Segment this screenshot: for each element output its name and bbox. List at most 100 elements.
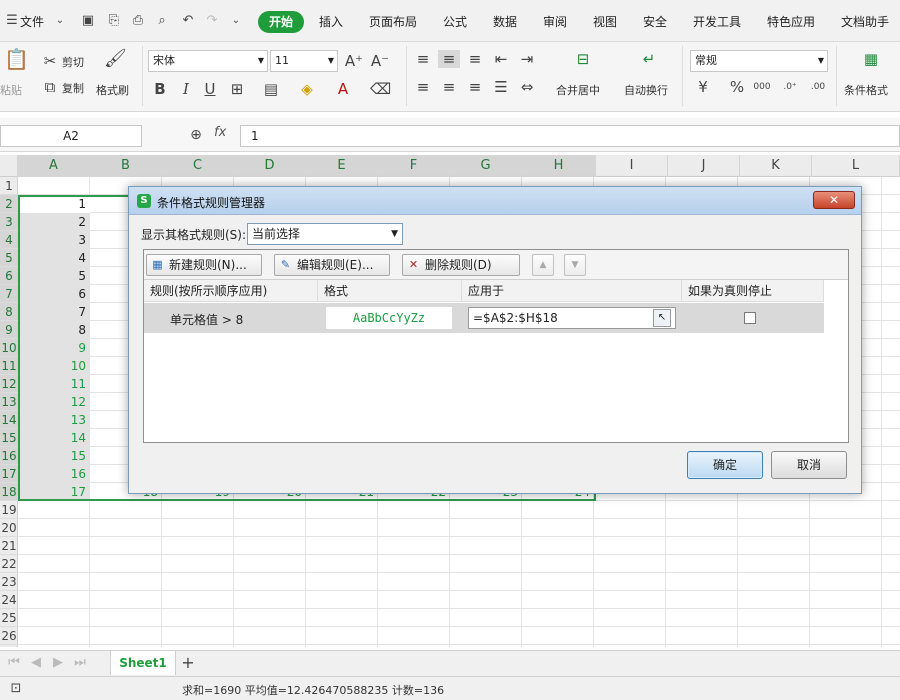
row-header[interactable]: 20 bbox=[0, 519, 18, 537]
applies-to-input[interactable]: =$A$2:$H$18 ↖ bbox=[468, 307, 676, 329]
cut-button[interactable]: 剪切 bbox=[62, 54, 84, 70]
cancel-button[interactable]: 取消 bbox=[771, 451, 847, 479]
row-header[interactable]: 24 bbox=[0, 591, 18, 609]
range-picker-icon[interactable]: ↖ bbox=[653, 309, 671, 327]
column-header[interactable]: G bbox=[450, 155, 522, 177]
conditional-format-button[interactable]: 条件格式 bbox=[844, 82, 888, 98]
row-header[interactable]: 6 bbox=[0, 267, 18, 285]
column-header[interactable]: C bbox=[162, 155, 234, 177]
merge-icon[interactable]: ⊟ bbox=[572, 50, 594, 68]
row-header[interactable]: 5 bbox=[0, 249, 18, 267]
prev-sheet-icon[interactable]: ◀ bbox=[28, 655, 44, 671]
edit-rule-button[interactable]: ✎ 编辑规则(E)... bbox=[274, 254, 390, 276]
italic-icon[interactable]: I bbox=[178, 80, 194, 98]
tab-data[interactable]: 数据 bbox=[493, 13, 517, 30]
tab-review[interactable]: 审阅 bbox=[543, 13, 567, 30]
row-header[interactable]: 4 bbox=[0, 231, 18, 249]
row-header[interactable]: 9 bbox=[0, 321, 18, 339]
tab-insert[interactable]: 插入 bbox=[319, 13, 343, 30]
select-all-corner[interactable] bbox=[0, 155, 18, 177]
scissors-icon[interactable]: ✂ bbox=[42, 52, 58, 70]
justify-icon[interactable]: ☰ bbox=[492, 78, 510, 96]
row-header[interactable]: 25 bbox=[0, 609, 18, 627]
rule-row[interactable]: 单元格值 > 8 AaBbCcYyZz =$A$2:$H$18 ↖ bbox=[144, 303, 824, 333]
merge-center-button[interactable]: 合并居中 bbox=[556, 82, 600, 98]
close-button[interactable]: ✕ bbox=[813, 191, 855, 209]
formula-input[interactable]: 1 bbox=[240, 125, 900, 147]
fill-color-icon[interactable]: ◈ bbox=[298, 80, 316, 98]
save-icon[interactable]: ▣ bbox=[80, 13, 96, 29]
column-header[interactable]: I bbox=[596, 155, 668, 177]
new-rule-button[interactable]: ▦ 新建规则(N)... bbox=[146, 254, 262, 276]
align-bottom-icon[interactable]: ≡ bbox=[466, 50, 484, 68]
column-header[interactable]: A bbox=[18, 155, 90, 177]
tab-page-layout[interactable]: 页面布局 bbox=[369, 13, 417, 30]
row-header[interactable]: 17 bbox=[0, 465, 18, 483]
row-header[interactable]: 22 bbox=[0, 555, 18, 573]
tab-security[interactable]: 安全 bbox=[643, 13, 667, 30]
conditional-format-icon[interactable]: ▦ bbox=[860, 50, 882, 68]
paste-icon[interactable]: 📋 bbox=[4, 49, 29, 69]
stop-if-true-checkbox[interactable] bbox=[744, 312, 756, 324]
increase-decimal-icon[interactable]: .0⁺ bbox=[780, 78, 800, 96]
dialog-title-bar[interactable]: S 条件格式规则管理器 ✕ bbox=[129, 187, 861, 215]
tab-special[interactable]: 特色应用 bbox=[767, 13, 815, 30]
file-menu[interactable]: 文件 bbox=[20, 13, 44, 30]
percent-icon[interactable]: % bbox=[728, 78, 746, 96]
column-header[interactable]: D bbox=[234, 155, 306, 177]
row-header[interactable]: 26 bbox=[0, 627, 18, 645]
delete-rule-button[interactable]: ✕ 删除规则(D) bbox=[402, 254, 520, 276]
show-rules-select[interactable]: 当前选择 ▼ bbox=[247, 223, 403, 245]
row-header[interactable]: 2 bbox=[0, 195, 18, 213]
row-header[interactable]: 1 bbox=[0, 177, 18, 195]
move-up-icon[interactable]: ▲ bbox=[532, 254, 554, 276]
row-header[interactable]: 23 bbox=[0, 573, 18, 591]
align-center-icon[interactable]: ≡ bbox=[440, 78, 458, 96]
decrease-decimal-icon[interactable]: .00 bbox=[808, 78, 828, 96]
row-header[interactable]: 3 bbox=[0, 213, 18, 231]
print-preview-icon[interactable]: ⌕ bbox=[154, 13, 170, 29]
chevron-down-icon[interactable]: ⌄ bbox=[52, 13, 68, 29]
column-header[interactable]: L bbox=[812, 155, 900, 177]
wrap-icon[interactable]: ↵ bbox=[638, 50, 660, 68]
row-header[interactable]: 8 bbox=[0, 303, 18, 321]
align-middle-icon[interactable]: ≡ bbox=[438, 50, 460, 68]
row-header[interactable]: 15 bbox=[0, 429, 18, 447]
column-header[interactable]: E bbox=[306, 155, 378, 177]
tab-start[interactable]: 开始 bbox=[258, 11, 304, 33]
increase-font-icon[interactable]: A⁺ bbox=[344, 52, 364, 70]
copy-icon[interactable]: ⧉ bbox=[42, 78, 58, 96]
status-icon[interactable]: ⊡ bbox=[8, 681, 24, 697]
currency-icon[interactable]: ¥ bbox=[694, 78, 712, 96]
eraser-icon[interactable]: ⌫ bbox=[370, 80, 391, 98]
chevron-down-icon[interactable]: ⌄ bbox=[228, 13, 244, 29]
font-color-icon[interactable]: A bbox=[334, 80, 352, 98]
ok-button[interactable]: 确定 bbox=[687, 451, 763, 479]
decrease-font-icon[interactable]: A⁻ bbox=[370, 52, 390, 70]
tab-view[interactable]: 视图 bbox=[593, 13, 617, 30]
name-box[interactable]: A2 bbox=[0, 125, 142, 147]
first-sheet-icon[interactable]: ⏮ bbox=[6, 655, 22, 671]
align-left-icon[interactable]: ≡ bbox=[414, 78, 432, 96]
bold-icon[interactable]: B bbox=[152, 80, 168, 98]
column-header[interactable]: H bbox=[522, 155, 596, 177]
font-name-select[interactable]: 宋体 ▼ bbox=[148, 50, 268, 72]
next-sheet-icon[interactable]: ▶ bbox=[50, 655, 66, 671]
zoom-icon[interactable]: ⊕ bbox=[188, 126, 204, 144]
distribute-icon[interactable]: ⇔ bbox=[518, 78, 536, 96]
row-header[interactable]: 18 bbox=[0, 483, 18, 501]
row-header[interactable]: 13 bbox=[0, 393, 18, 411]
column-header[interactable]: F bbox=[378, 155, 450, 177]
row-header[interactable]: 14 bbox=[0, 411, 18, 429]
copy-button[interactable]: 复制 bbox=[62, 80, 84, 96]
wrap-text-button[interactable]: 自动换行 bbox=[624, 82, 668, 98]
brush-icon[interactable]: 🖌 bbox=[104, 50, 127, 68]
paste-label[interactable]: 粘贴 bbox=[0, 82, 22, 98]
indent-decrease-icon[interactable]: ⇤ bbox=[492, 50, 510, 68]
align-right-icon[interactable]: ≡ bbox=[466, 78, 484, 96]
row-header[interactable]: 21 bbox=[0, 537, 18, 555]
row-header[interactable]: 11 bbox=[0, 357, 18, 375]
row-header[interactable]: 7 bbox=[0, 285, 18, 303]
row-header[interactable]: 16 bbox=[0, 447, 18, 465]
align-top-icon[interactable]: ≡ bbox=[414, 50, 432, 68]
